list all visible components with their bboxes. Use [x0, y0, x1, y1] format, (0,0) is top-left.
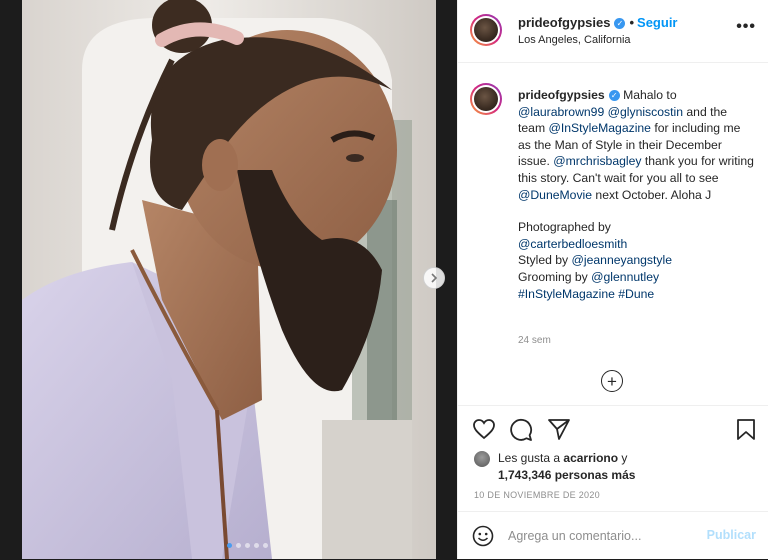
- likes-conjunction: y: [618, 451, 628, 465]
- carousel-dot: [236, 543, 241, 548]
- mention-link[interactable]: @glyniscostin: [608, 105, 683, 119]
- hashtag-link[interactable]: #Dune: [618, 287, 654, 301]
- publish-button[interactable]: Publicar: [707, 528, 756, 542]
- post-header: prideofgypsies ✓ • Seguir Los Angeles, Cali…: [458, 0, 768, 63]
- hashtag-link[interactable]: #InStyleMagazine: [518, 287, 615, 301]
- caption-area: prideofgypsies ✓ Mahalo to @laurabrown99 …: [458, 63, 768, 406]
- mention-link[interactable]: @mrchrisbagley: [553, 154, 641, 168]
- carousel-dot: [263, 543, 268, 548]
- carousel-dot-active: [227, 543, 232, 548]
- more-options-icon[interactable]: •••: [736, 19, 756, 35]
- post-date: 10 DE NOVIEMBRE DE 2020: [474, 490, 600, 500]
- carousel-dots: [227, 543, 268, 548]
- chevron-right-icon: [431, 273, 438, 283]
- plus-circle-icon[interactable]: +: [601, 370, 623, 392]
- liker-avatar[interactable]: [474, 451, 490, 467]
- likes-text: Les gusta a acarriono y 1,743,346 person…: [498, 450, 738, 483]
- carousel-dot: [245, 543, 250, 548]
- verified-badge-icon: ✓: [608, 90, 620, 101]
- bookmark-icon[interactable]: [736, 418, 756, 441]
- liker-username[interactable]: acarriono: [563, 451, 618, 465]
- actions-section: Les gusta a acarriono y 1,743,346 person…: [458, 405, 768, 556]
- mention-link[interactable]: @jeanneyangstyle: [572, 253, 672, 267]
- caption-avatar[interactable]: [470, 83, 502, 115]
- credit-label: Styled by: [518, 253, 572, 268]
- mention-link[interactable]: @DuneMovie: [518, 188, 592, 202]
- caption-segment: next October. Aloha J: [592, 187, 712, 202]
- post-age: 24 sem: [518, 335, 551, 346]
- portrait-image: [22, 0, 436, 559]
- post-photo[interactable]: [22, 0, 436, 559]
- caption-segment: Mahalo to: [619, 88, 677, 102]
- next-slide-button[interactable]: [423, 267, 445, 289]
- credit-label: Photographed by: [518, 220, 611, 235]
- heart-icon[interactable]: [472, 418, 496, 440]
- location-link[interactable]: Los Angeles, California: [518, 34, 631, 46]
- post-sidebar: prideofgypsies ✓ • Seguir Los Angeles, Cali…: [457, 0, 768, 559]
- likes-count[interactable]: 1,743,346 personas más: [498, 468, 635, 482]
- comment-input[interactable]: [508, 526, 698, 546]
- author-avatar[interactable]: [470, 14, 502, 46]
- separator-dot: •: [629, 15, 635, 30]
- caption-text: prideofgypsies ✓ Mahalo to @laurabrown99 …: [518, 87, 756, 302]
- follow-button[interactable]: Seguir: [637, 15, 677, 30]
- mention-link[interactable]: @carterbedloesmith: [518, 237, 627, 251]
- emoji-icon[interactable]: [472, 525, 494, 547]
- credit-label: Grooming by: [518, 269, 592, 284]
- comment-bar: Publicar: [458, 511, 768, 560]
- caption-username[interactable]: prideofgypsies: [518, 88, 605, 102]
- credits-block: Photographed by @carterbedloesmith Style…: [518, 219, 756, 302]
- author-username[interactable]: prideofgypsies: [518, 15, 610, 30]
- share-icon[interactable]: [547, 418, 571, 440]
- mention-link[interactable]: @glennutley: [591, 270, 659, 284]
- mention-link[interactable]: @laurabrown99: [518, 105, 604, 119]
- mention-link[interactable]: @InStyleMagazine: [548, 121, 650, 135]
- likes-prefix: Les gusta a: [498, 451, 564, 465]
- carousel-dot: [254, 543, 259, 548]
- verified-badge-icon: ✓: [614, 18, 626, 29]
- comment-icon[interactable]: [509, 418, 533, 441]
